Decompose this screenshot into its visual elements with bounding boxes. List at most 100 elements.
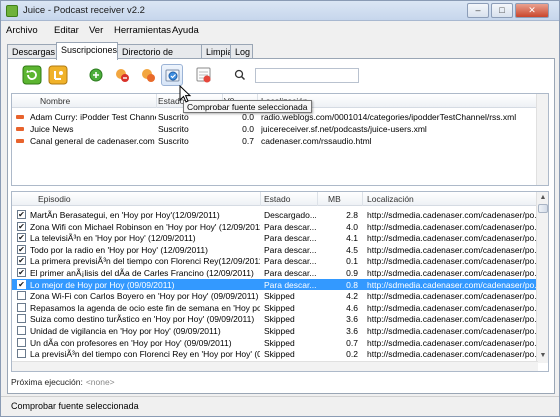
menu-editar[interactable]: Editar [54,25,79,36]
episode-row[interactable]: Zona Wi-Fi con Carlos Boyero en 'Hoy por… [12,290,538,302]
episode-title: Unidad de vigilancia en 'Hoy por Hoy' (0… [30,326,221,336]
minimize-button[interactable]: – [467,3,489,18]
episode-row[interactable]: ✔ Lo mejor de Hoy por Hoy (09/09/2011) Par… [12,278,538,291]
feed-name: Canal general de cadenaser.com [30,136,155,146]
episode-checkbox[interactable]: ✔ [17,221,26,231]
episode-size: 4.0 [346,221,358,232]
episode-title: El primer anÃ¡lisis del dÃ­a de Carles F… [30,268,254,278]
tooltip: Comprobar fuente seleccionada [183,100,312,113]
menu-herramientas[interactable]: Herramientas [114,25,171,36]
episode-size: 4.2 [346,291,358,302]
episode-status: Para descar... [264,279,316,290]
search-input[interactable] [255,68,359,83]
episodes-table: Episodio Estado MB Localización ✔ MartÃ­n… [11,191,549,372]
col-nombre[interactable]: Nombre [40,96,70,106]
episode-checkbox[interactable] [17,314,26,324]
episodes-vscrollbar[interactable]: ▲ ▼ [536,192,548,363]
episode-checkbox[interactable]: ✔ [17,256,26,266]
episode-url: http://sdmedia.cadenaser.com/cadenaser/p… [367,337,537,348]
episode-checkbox[interactable] [17,291,26,301]
rss-feed-icon [16,139,24,143]
episode-size: 4.1 [346,233,358,244]
status-text: Comprobar fuente seleccionada [11,401,139,411]
episode-url: http://sdmedia.cadenaser.com/cadenaser/p… [367,314,537,325]
col-localizacion[interactable]: Localización [367,194,414,204]
episode-size: 3.6 [346,326,358,336]
episode-title: Zona Wi-Fi con Carlos Boyero en 'Hoy por… [30,291,259,302]
episode-url: http://sdmedia.cadenaser.com/cadenaser/p… [367,233,537,244]
feed-row[interactable]: Juice News Suscrito 0.0 juicereceiver.sf… [12,123,538,135]
episode-checkbox[interactable]: ✔ [17,233,26,243]
tab-descargas[interactable]: Descargas [7,44,57,59]
episode-status: Para descar... [264,233,316,244]
add-feed-icon[interactable] [85,64,107,86]
maximize-button[interactable]: □ [491,3,513,18]
episode-row[interactable]: Unidad de vigilancia en 'Hoy por Hoy' (0… [12,325,538,337]
episode-row[interactable]: Un dÃ­a con profesores en 'Hoy por Hoy' … [12,337,538,349]
episode-checkbox[interactable] [17,302,26,312]
episode-checkbox[interactable] [17,326,26,335]
episode-status: Para descar... [264,268,316,278]
check-feed-icon[interactable] [161,64,183,86]
episode-row[interactable]: ✔ El primer anÃ¡lisis del dÃ­a de Carles … [12,267,538,279]
feed-url: juicereceiver.sf.net/podcasts/juice-user… [261,124,427,134]
remove-feed-icon[interactable] [111,64,133,86]
col-episodio[interactable]: Episodio [38,194,71,204]
feed-status: Suscrito [158,136,189,146]
feed-url: radio.weblogs.com/0001014/categories/ipo… [261,112,517,122]
episode-url: http://sdmedia.cadenaser.com/cadenaser/p… [367,244,537,255]
title-bar: Juice - Podcast receiver v2.2 – □ ✕ [1,1,559,21]
episode-status: Skipped [264,302,295,313]
episode-url: http://sdmedia.cadenaser.com/cadenaser/p… [367,268,537,278]
episode-checkbox[interactable]: ✔ [17,210,26,219]
episode-checkbox[interactable] [17,337,26,347]
episode-row[interactable]: ✔ Todo por la radio en 'Hoy por Hoy' (12/… [12,244,538,256]
window-title: Juice - Podcast receiver v2.2 [23,5,145,16]
episode-title: La primera previsiÃ³n del tiempo con Flo… [30,256,260,267]
episode-size: 4.6 [346,302,358,313]
episode-row[interactable]: Suiza como destino turÃ­stico en 'Hoy po… [12,313,538,325]
feed-version: 0.0 [242,112,254,122]
feed-row[interactable]: Canal general de cadenaser.com Suscrito … [12,135,538,147]
episode-row[interactable]: ✔ MartÃ­n Berasategui, en 'Hoy por Hoy'(1… [12,209,538,221]
episode-size: 0.2 [346,349,358,360]
tab-limpiar[interactable]: Limpiar [201,44,236,59]
scheduler-icon[interactable] [193,64,215,86]
tab-directorio[interactable]: Directorio de Podcast [117,44,202,67]
search-icon[interactable] [233,64,247,86]
tab-log[interactable]: Log [230,44,253,59]
column-divider [317,192,318,206]
scroll-thumb[interactable] [538,204,548,213]
episode-checkbox[interactable] [17,349,26,359]
column-divider [362,192,363,206]
feed-properties-icon[interactable] [137,64,159,86]
episode-checkbox[interactable]: ✔ [17,279,26,289]
episode-row[interactable]: La previsiÃ³n del tiempo con Florenci Re… [12,348,538,360]
yellow-download-icon[interactable] [47,64,69,86]
feed-version: 0.7 [242,136,254,146]
feed-name: Juice News [30,124,74,134]
episode-checkbox[interactable]: ✔ [17,244,26,254]
episode-title: MartÃ­n Berasategui, en 'Hoy por Hoy'(12… [30,210,220,220]
episode-row[interactable]: Repasamos la agenda de ocio este fin de … [12,302,538,314]
tab-suscripciones[interactable]: Suscripciones [56,42,118,60]
column-divider [156,94,157,108]
feeds-scrollbar[interactable] [536,94,548,185]
menu-ayuda[interactable]: Ayuda [172,25,199,36]
episode-row[interactable]: ✔ La primera previsiÃ³n del tiempo con Fl… [12,255,538,267]
episode-row[interactable]: ✔ La televisiÃ³n en 'Hoy por Hoy' (12/09/… [12,232,538,244]
menu-ver[interactable]: Ver [89,25,103,36]
episode-status: Descargado... [264,210,316,220]
episodes-hscrollbar[interactable] [12,361,538,371]
scroll-up-arrow-icon[interactable]: ▲ [538,193,548,203]
episode-url: http://sdmedia.cadenaser.com/cadenaser/p… [367,302,537,313]
menu-archivo[interactable]: Archivo [6,25,38,36]
episode-checkbox[interactable]: ✔ [17,268,26,277]
scroll-down-arrow-icon[interactable]: ▼ [538,351,548,361]
col-mb[interactable]: MB [328,194,341,204]
green-refresh-icon[interactable] [21,64,43,86]
close-button[interactable]: ✕ [515,3,549,18]
col-estado[interactable]: Estado [264,194,290,204]
pane-splitter[interactable] [11,186,549,189]
episode-row[interactable]: ✔ Zona Wifi con Michael Robinson en 'Hoy … [12,221,538,233]
